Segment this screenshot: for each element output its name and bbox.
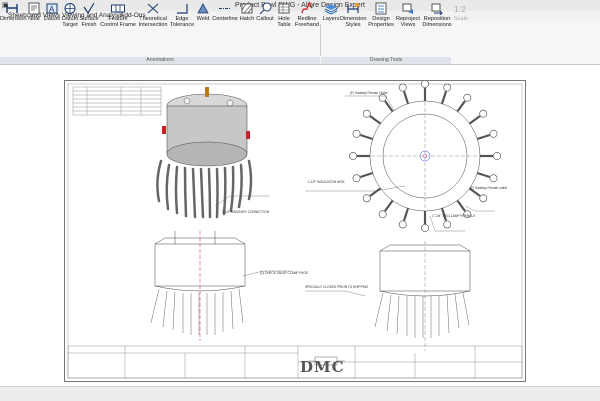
note-sanitary-outlet-top: (F) Sanitary Female Outlet	[350, 91, 388, 95]
svg-text:A: A	[49, 5, 55, 14]
weld-button[interactable]: Weld	[194, 2, 212, 22]
outlet-spoke	[476, 133, 491, 141]
reproject-views-button[interactable]: Reproject Views	[395, 2, 421, 29]
outlet-flange	[349, 152, 357, 160]
callout-icon	[259, 2, 272, 15]
outlet-flange	[463, 93, 472, 102]
isometric-view	[156, 87, 253, 219]
outlet-flange	[443, 83, 452, 92]
outlet-spoke	[384, 199, 394, 212]
feature-control-frame-button[interactable]: Feature Control Frame	[99, 2, 137, 29]
ribbon-separator	[320, 24, 321, 56]
outlet-spoke	[456, 100, 466, 113]
note-check-valve: (2) CHECK VALVE CLAMP PAGE	[260, 271, 308, 275]
outlet-flange	[352, 129, 361, 138]
outlet-flange	[398, 220, 407, 229]
outlet-spoke	[402, 207, 410, 222]
redline-icon	[301, 2, 313, 14]
dimension-styles-icon	[347, 3, 359, 13]
outlet-flange	[489, 129, 498, 138]
outlet-spoke	[384, 100, 394, 113]
outlet-spoke	[369, 187, 382, 197]
outlet-spoke	[402, 90, 410, 105]
datum-target-button[interactable]: Datum Target	[60, 2, 80, 29]
reposition-dimensions-button[interactable]: Reposition Dimensions	[421, 2, 453, 29]
redline-freehand-button[interactable]: Redline Freehand	[294, 2, 320, 29]
outlet-flange	[378, 210, 387, 219]
note-sanitary-connection: 1-1/2" SANITARY CONNECTION	[222, 210, 270, 214]
layers-button[interactable]: Layers	[321, 2, 341, 22]
note-insulation: 1-1/2" INSULATION NIDE	[308, 180, 345, 184]
note-tri-clamp: 1"-3/4" TRI-CLAMP FERRULE	[432, 214, 476, 218]
datum-target-icon	[64, 3, 76, 14]
note-icon	[28, 2, 40, 15]
top-view	[365, 96, 485, 216]
scale-button[interactable]: 1:2 Scale	[452, 2, 470, 22]
theoretical-intersection-icon	[147, 3, 159, 14]
outlet-spoke	[440, 90, 448, 105]
annotations-group-label: Annotations	[0, 57, 320, 64]
outlet-spoke	[456, 199, 466, 212]
title-block	[67, 345, 523, 379]
outlet-flange	[489, 174, 498, 183]
outlet-spoke	[359, 171, 374, 179]
outlet-flange	[479, 109, 488, 118]
centerline-button[interactable]: Centerline	[211, 2, 239, 22]
outlet-spoke	[468, 115, 481, 125]
hatch-icon	[241, 3, 253, 14]
outlet-spoke	[476, 171, 491, 179]
scale-icon: 1:2	[454, 4, 466, 14]
note-sanitary-outlet-right: (F) Sanitary Female outlet	[470, 186, 507, 190]
datum-button[interactable]: A Datum	[42, 2, 62, 22]
outlet-spoke	[359, 133, 374, 141]
drawing-sheet[interactable]	[64, 80, 526, 382]
outlet-flange	[421, 224, 429, 232]
dimension-button[interactable]: Dimension	[0, 2, 26, 22]
edge-tolerance-button[interactable]: Edge Tolerance	[170, 2, 194, 29]
outlet-flange	[352, 174, 361, 183]
surface-finish-button[interactable]: Surface Finish	[79, 2, 99, 29]
outlet-flange	[421, 81, 429, 88]
edge-tolerance-icon	[177, 4, 188, 14]
bom-table	[72, 86, 162, 116]
feature-control-frame-icon	[111, 4, 125, 13]
outlet-spoke	[369, 115, 382, 125]
callout-button[interactable]: Callout	[255, 2, 275, 22]
design-properties-button[interactable]: Design Properties	[367, 2, 395, 29]
hole-table-button[interactable]: Hole Table	[274, 2, 294, 29]
layers-icon	[324, 4, 338, 15]
outlet-flange	[479, 194, 488, 203]
outlet-flange	[443, 220, 452, 229]
front-view	[150, 231, 246, 341]
side-view	[374, 241, 471, 351]
reproject-views-icon	[402, 3, 413, 14]
hole-table-icon	[278, 3, 290, 14]
note-shipping: SPECIALLY CLOSED PRIOR TO SHIPPING	[305, 285, 369, 289]
outlet-flange	[398, 83, 407, 92]
datum-icon: A	[46, 3, 58, 14]
outlet-flange	[362, 109, 371, 118]
drawing-tools-group-label: Drawing Tools	[321, 57, 451, 64]
dimension-styles-button[interactable]: Dimension Styles	[340, 2, 366, 29]
surface-finish-icon	[83, 2, 95, 15]
weld-icon	[197, 3, 209, 14]
dimension-icon	[6, 4, 18, 13]
svg-text:1:2: 1:2	[454, 4, 466, 14]
status-bar	[0, 386, 600, 401]
note-button[interactable]: Note	[25, 2, 43, 22]
leader-lines	[214, 95, 495, 297]
design-properties-icon	[375, 2, 387, 15]
outlet-flange	[362, 194, 371, 203]
reposition-dimensions-icon	[431, 3, 443, 15]
theoretical-intersection-button[interactable]: Theoretical Intersection	[135, 2, 171, 29]
centerline-icon	[219, 8, 231, 9]
dmc-logo: DMC	[300, 358, 345, 376]
outlet-flange	[493, 152, 501, 160]
hatch-button[interactable]: Hatch	[238, 2, 256, 22]
